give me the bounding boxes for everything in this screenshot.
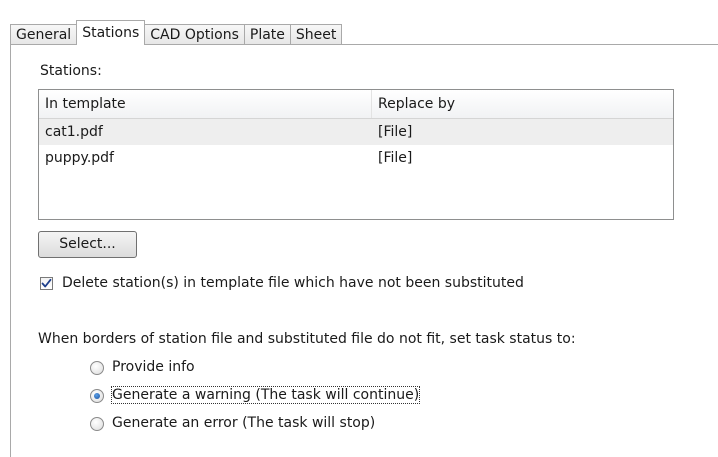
tab-sheet[interactable]: Sheet xyxy=(289,24,343,45)
cell-replace-by: [File] xyxy=(378,124,413,140)
table-row[interactable]: puppy.pdf [File] xyxy=(39,145,673,171)
generate-error-label[interactable]: Generate an error (The task will stop) xyxy=(112,415,375,431)
table-row[interactable]: cat1.pdf [File] xyxy=(39,119,673,145)
column-header-in-template[interactable]: In template xyxy=(39,90,372,118)
radio-selected-dot xyxy=(94,393,100,399)
check-icon xyxy=(41,278,52,288)
tab-strip: General Stations CAD Options Plate Sheet xyxy=(10,20,343,45)
generate-warning-label[interactable]: Generate a warning (The task will contin… xyxy=(110,386,421,404)
tab-cad-options[interactable]: CAD Options xyxy=(144,24,245,45)
select-button[interactable]: Select... xyxy=(38,231,137,258)
stations-list[interactable]: In template Replace by cat1.pdf [File] p… xyxy=(38,89,674,220)
tab-stations[interactable]: Stations xyxy=(76,20,146,45)
stations-label: Stations: xyxy=(40,63,102,79)
column-header-replace-by[interactable]: Replace by xyxy=(372,90,672,118)
stations-options-dialog: General Stations CAD Options Plate Sheet… xyxy=(0,0,718,457)
cell-in-template: cat1.pdf xyxy=(45,124,103,140)
tab-general[interactable]: General xyxy=(10,24,78,45)
delete-stations-checkbox[interactable] xyxy=(40,277,53,290)
stations-list-header: In template Replace by xyxy=(39,90,673,119)
generate-warning-radio[interactable] xyxy=(90,389,104,403)
provide-info-radio[interactable] xyxy=(90,361,104,375)
delete-stations-label[interactable]: Delete station(s) in template file which… xyxy=(62,275,524,291)
tab-panel-border-left xyxy=(10,44,11,457)
provide-info-label[interactable]: Provide info xyxy=(112,359,195,375)
cell-replace-by: [File] xyxy=(378,150,413,166)
border-status-label: When borders of station file and substit… xyxy=(38,331,576,347)
generate-error-radio[interactable] xyxy=(90,417,104,431)
cell-in-template: puppy.pdf xyxy=(45,150,114,166)
tab-plate[interactable]: Plate xyxy=(243,24,291,45)
